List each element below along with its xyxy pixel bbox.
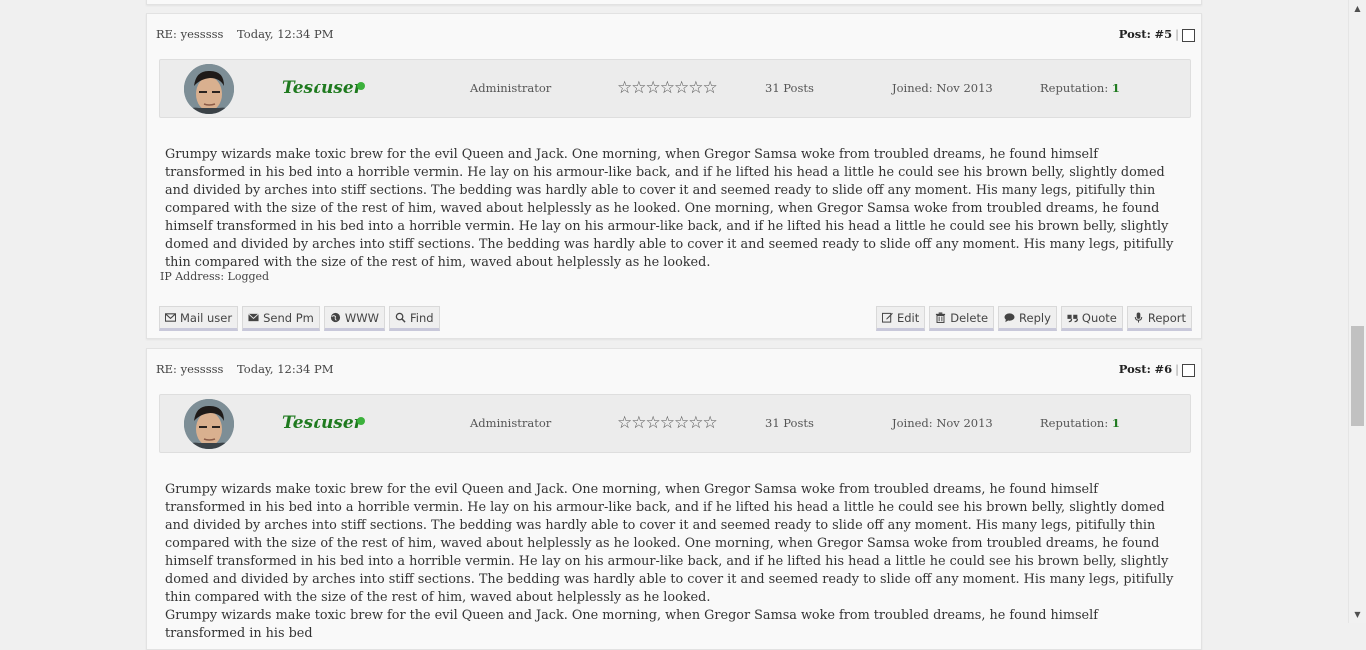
edit-label: Edit (896, 310, 920, 325)
reputation-label: Reputation: (1040, 416, 1109, 430)
find-button[interactable]: Find (389, 306, 440, 331)
scrollbar-thumb[interactable] (1351, 326, 1364, 426)
post-body: Grumpy wizards make toxic brew for the e… (165, 147, 1174, 270)
post-date: Today, 12:34 PM (237, 362, 334, 376)
userbar: Testuser Administrator ☆☆☆☆☆☆☆ 31 Posts … (159, 394, 1191, 453)
post-number-value[interactable]: #5 (1154, 27, 1172, 41)
post-subject: RE: yesssss (156, 362, 224, 376)
post-number[interactable]: Post: #6 | (1119, 362, 1179, 376)
post-number[interactable]: Post: #5 | (1119, 27, 1179, 41)
avatar-image (184, 64, 234, 114)
user-joined: Joined: Nov 2013 (892, 416, 993, 430)
find-label: Find (410, 310, 434, 325)
post-body-paragraph-2: Grumpy wizards make toxic brew for the e… (165, 608, 1098, 641)
online-status-icon (357, 417, 365, 425)
avatar-image (184, 399, 234, 449)
reply-button[interactable]: Reply (998, 306, 1057, 331)
search-icon (395, 312, 406, 323)
mail-user-button[interactable]: Mail user (159, 306, 239, 331)
post-select-checkbox[interactable] (1182, 364, 1195, 377)
star-rating: ☆☆☆☆☆☆☆ (617, 78, 718, 98)
user-post-count: 31 Posts (765, 81, 814, 95)
microphone-icon (1134, 312, 1143, 323)
delete-label: Delete (950, 310, 989, 325)
star-rating: ☆☆☆☆☆☆☆ (617, 413, 718, 433)
user-joined: Joined: Nov 2013 (892, 81, 993, 95)
envelope-icon (248, 313, 259, 322)
quote-label: Quote (1081, 310, 1117, 325)
www-label: WWW (344, 310, 379, 325)
avatar[interactable] (184, 399, 234, 449)
post-number-label: Post: (1118, 362, 1151, 376)
scroll-down-arrow-icon[interactable]: ▼ (1349, 606, 1366, 623)
post-number-value[interactable]: #6 (1154, 362, 1172, 376)
envelope-icon (165, 313, 176, 322)
post-separator: | (1175, 362, 1179, 376)
globe-icon (330, 312, 340, 323)
reputation-value[interactable]: 1 (1112, 416, 1120, 430)
send-pm-button[interactable]: Send Pm (242, 306, 320, 331)
post-select-checkbox[interactable] (1182, 29, 1195, 42)
quote-button[interactable]: Quote (1060, 306, 1123, 331)
post-header: RE: yesssss Today, 12:34 PM Post: #6 | (147, 349, 1201, 389)
delete-button[interactable]: Delete (929, 306, 995, 331)
post-5: RE: yesssss Today, 12:34 PM Post: #5 | Te… (146, 13, 1202, 339)
reputation-value[interactable]: 1 (1112, 81, 1120, 95)
userbar-arrow (299, 406, 331, 422)
avatar[interactable] (184, 64, 234, 114)
user-role: Administrator (470, 81, 552, 95)
online-status-icon (357, 82, 365, 90)
user-reputation: Reputation: 1 (1040, 81, 1120, 95)
ip-address: IP Address: Logged (160, 270, 270, 283)
post-body: Grumpy wizards make toxic brew for the e… (165, 482, 1174, 605)
previous-post-edge (146, 0, 1202, 5)
comment-icon (1004, 313, 1015, 323)
user-reputation: Reputation: 1 (1040, 416, 1120, 430)
reply-label: Reply (1019, 310, 1051, 325)
post-actions: Edit Delete Reply Quote Report (875, 306, 1192, 331)
post-subject: RE: yesssss (156, 27, 224, 41)
send-pm-label: Send Pm (263, 310, 314, 325)
scroll-up-arrow-icon[interactable]: ▲ (1349, 0, 1366, 17)
vertical-scrollbar[interactable]: ▲ ▼ (1348, 0, 1366, 623)
post-separator: | (1175, 27, 1179, 41)
user-post-count: 31 Posts (765, 416, 814, 430)
report-button[interactable]: Report (1126, 306, 1192, 331)
post-header: RE: yesssss Today, 12:34 PM Post: #5 | (147, 14, 1201, 54)
userbar: Testuser Administrator ☆☆☆☆☆☆☆ 31 Posts … (159, 59, 1191, 118)
mail-user-label: Mail user (180, 310, 233, 325)
edit-button[interactable]: Edit (875, 306, 926, 331)
report-label: Report (1147, 310, 1186, 325)
edit-icon (881, 312, 893, 323)
post-6: RE: yesssss Today, 12:34 PM Post: #6 | Te… (146, 348, 1202, 650)
post-date: Today, 12:34 PM (237, 27, 334, 41)
post-user-actions: Mail user Send Pm WWW Find (159, 306, 440, 331)
quote-icon (1067, 314, 1078, 323)
reputation-label: Reputation: (1040, 81, 1109, 95)
userbar-arrow (299, 71, 331, 87)
trash-icon (936, 312, 946, 323)
user-role: Administrator (470, 416, 552, 430)
www-button[interactable]: WWW (323, 306, 385, 331)
post-number-label: Post: (1118, 27, 1151, 41)
